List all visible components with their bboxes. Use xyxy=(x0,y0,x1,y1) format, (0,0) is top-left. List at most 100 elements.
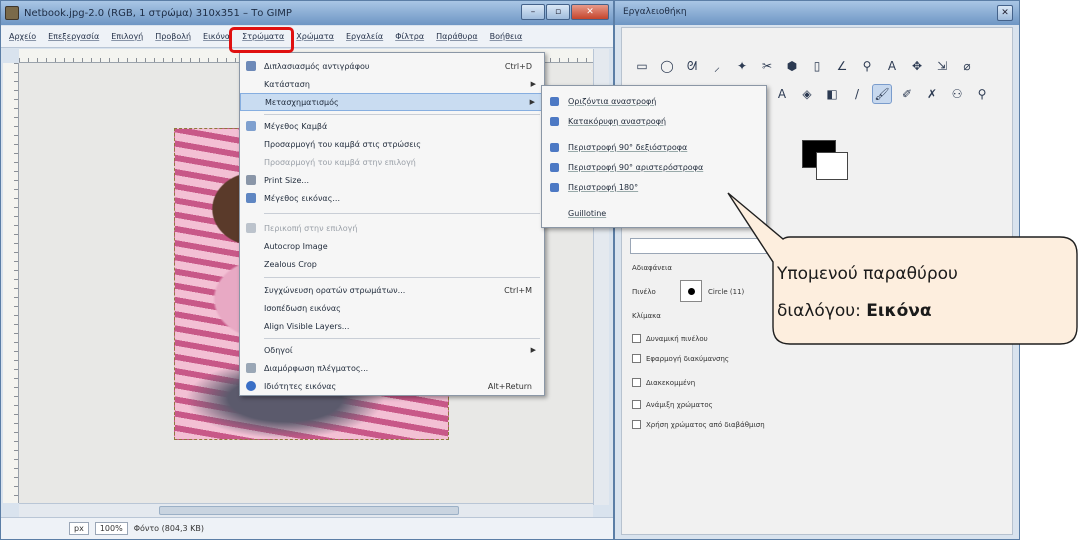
window-titlebar[interactable]: Netbook.jpg-2.0 (RGB, 1 στρώμα) 310x351 … xyxy=(1,1,613,25)
scale-image-icon xyxy=(246,193,256,203)
paths-tool-icon[interactable]: ▯ xyxy=(807,56,827,76)
submenu-item-guillotine[interactable]: Guillotine xyxy=(542,204,766,222)
unit-selector[interactable]: px xyxy=(69,522,89,535)
rotate-ccw-icon xyxy=(550,162,559,172)
flip-horizontal-icon xyxy=(550,96,559,106)
checkbox[interactable] xyxy=(632,400,641,409)
free-select-tool-icon[interactable]: ᘛ xyxy=(682,56,702,76)
menu-item-image-properties[interactable]: Ιδιότητες εικόνας Alt+Return xyxy=(240,377,544,395)
menu-item-transform[interactable]: Μετασχηματισμός ▶ xyxy=(240,93,544,111)
color-select-tool-icon[interactable]: ✦ xyxy=(732,56,752,76)
foreground-select-tool-icon[interactable]: ⬢ xyxy=(782,56,802,76)
submenu-item-rotate-180[interactable]: Περιστροφή 180° xyxy=(542,178,766,196)
scissors-tool-icon[interactable]: ✂ xyxy=(757,56,777,76)
move-tool-icon[interactable]: ✥ xyxy=(907,56,927,76)
callout-line-2-prefix: διαλόγου: xyxy=(777,301,867,321)
menu-separator xyxy=(264,338,540,339)
scrollbar-thumb[interactable] xyxy=(159,506,459,515)
check-label: Διακεκομμένη xyxy=(646,379,696,387)
submenu-item-flip-vertical[interactable]: Κατακόρυφη αναστροφή xyxy=(542,112,766,130)
opacity-label: Αδιαφάνεια xyxy=(632,264,672,272)
toolbox-title: Εργαλειοθήκη xyxy=(623,7,687,17)
menu-colors[interactable]: Χρώματα xyxy=(296,32,334,41)
menu-item-canvas-size[interactable]: Μέγεθος Καμβά xyxy=(240,117,544,135)
airbrush-tool-icon[interactable]: ✗ xyxy=(922,84,942,104)
toolbox-close-button[interactable]: ✕ xyxy=(997,5,1013,21)
menu-item-fit-canvas-layers[interactable]: Προσαρμογή του καμβά στις στρώσεις xyxy=(240,135,544,153)
text-tool-icon[interactable]: A xyxy=(772,84,792,104)
menu-item-print-size[interactable]: Print Size... xyxy=(240,171,544,189)
screenshot-stage: Netbook.jpg-2.0 (RGB, 1 στρώμα) 310x351 … xyxy=(0,0,1087,540)
crop-icon xyxy=(246,223,256,233)
callout-line-1: Υπομενού παραθύρου xyxy=(777,264,958,284)
flip-vertical-icon xyxy=(550,116,559,126)
paintbrush-tool-icon[interactable]: 🖌 xyxy=(872,84,892,104)
submenu-item-rotate-90-cw[interactable]: Περιστροφή 90° δεξιόστροφα xyxy=(542,138,766,156)
zoom-tool-icon[interactable]: ⚲ xyxy=(857,56,877,76)
blend-tool-icon[interactable]: ◧ xyxy=(822,84,842,104)
zoom-selector[interactable]: 100% xyxy=(94,522,128,535)
menu-item-crop-to-selection[interactable]: Περικοπή στην επιλογή xyxy=(240,219,544,237)
bucket-fill-tool-icon[interactable]: ◈ xyxy=(797,84,817,104)
eraser-tool-icon[interactable]: ✐ xyxy=(897,84,917,104)
checkbox[interactable] xyxy=(632,420,641,429)
brush-preview[interactable] xyxy=(680,280,702,302)
menu-file[interactable]: Αρχείο xyxy=(9,32,36,41)
callout-line-2-bold: Εικόνα xyxy=(866,301,932,321)
tool-options-mode-combo[interactable] xyxy=(630,238,1010,254)
fuzzy-select-tool-icon[interactable]: ⸝ xyxy=(707,56,727,76)
transform-submenu: Οριζόντια αναστροφή Κατακόρυφη αναστροφή… xyxy=(541,85,767,228)
rect-select-tool-icon[interactable]: ▭ xyxy=(632,56,652,76)
checkbox[interactable] xyxy=(632,354,641,363)
background-color-swatch[interactable] xyxy=(816,152,848,180)
toolbox-titlebar[interactable]: Εργαλειοθήκη ✕ xyxy=(615,1,1019,25)
menu-item-autocrop[interactable]: Autocrop Image xyxy=(240,237,544,255)
checkbox[interactable] xyxy=(632,334,641,343)
submenu-arrow-icon: ▶ xyxy=(530,80,536,88)
pencil-tool-icon[interactable]: / xyxy=(847,84,867,104)
clone-tool-icon[interactable]: ⚇ xyxy=(947,84,967,104)
menubar: Αρχείο Επεξεργασία Επιλογή Προβολή Εικόν… xyxy=(1,26,613,48)
menu-separator xyxy=(264,114,540,115)
menu-item-zealous-crop[interactable]: Zealous Crop xyxy=(240,255,544,273)
menu-select[interactable]: Επιλογή xyxy=(111,32,143,41)
close-button[interactable]: ✕ xyxy=(571,4,609,20)
menu-item-configure-grid[interactable]: Διαμόρφωση πλέγματος... xyxy=(240,359,544,377)
menu-tools[interactable]: Εργαλεία xyxy=(346,32,383,41)
menu-image[interactable]: Εικόνα xyxy=(203,32,230,41)
measure-tool-icon[interactable]: A xyxy=(882,56,902,76)
window-buttons: – ▫ ✕ xyxy=(521,4,609,20)
menu-item-fit-canvas-selection[interactable]: Προσαρμογή του καμβά στην επιλογή xyxy=(240,153,544,171)
vertical-ruler[interactable] xyxy=(3,63,19,503)
crop-tool-icon[interactable]: ⌀ xyxy=(957,56,977,76)
menu-edit[interactable]: Επεξεργασία xyxy=(48,32,99,41)
checkbox[interactable] xyxy=(632,378,641,387)
tool-row: ▭ ◯ ᘛ ⸝ ✦ ✂ ⬢ ▯ ∠ ⚲ A ✥ ⇲ ⌀ xyxy=(632,56,1012,76)
ellipse-select-tool-icon[interactable]: ◯ xyxy=(657,56,677,76)
menu-item-scale-image[interactable]: Μέγεθος εικόνας... xyxy=(240,189,544,207)
minimize-button[interactable]: – xyxy=(521,4,545,20)
heal-tool-icon[interactable]: ⚲ xyxy=(972,84,992,104)
color-picker-tool-icon[interactable]: ∠ xyxy=(832,56,852,76)
menu-item-align-layers[interactable]: Align Visible Layers... xyxy=(240,317,544,335)
align-tool-icon[interactable]: ⇲ xyxy=(932,56,952,76)
tool-options-panel: Αδιαφάνεια 100,0 Πινέλο Circle (11) Κλίμ… xyxy=(622,196,1014,536)
menu-view[interactable]: Προβολή xyxy=(155,32,191,41)
check-label: Δυναμική πινέλου xyxy=(646,335,708,343)
menu-separator xyxy=(264,277,540,278)
menu-item-merge-visible[interactable]: Συγχώνευση ορατών στρωμάτων... Ctrl+M xyxy=(240,281,544,299)
menu-item-flatten[interactable]: Ισοπέδωση εικόνας xyxy=(240,299,544,317)
menu-windows[interactable]: Παράθυρα xyxy=(436,32,478,41)
submenu-item-flip-horizontal[interactable]: Οριζόντια αναστροφή xyxy=(542,92,766,110)
menu-item-duplicate[interactable]: Διπλασιασμός αντιγράφου Ctrl+D xyxy=(240,57,544,75)
menu-help[interactable]: Βοήθεια xyxy=(490,32,523,41)
menu-filters[interactable]: Φίλτρα xyxy=(395,32,424,41)
submenu-item-rotate-90-ccw[interactable]: Περιστροφή 90° αριστερόστροφα xyxy=(542,158,766,176)
brush-name: Circle (11) xyxy=(708,288,745,296)
check-label: Χρήση χρώματος από διαβάθμιση xyxy=(646,421,765,429)
horizontal-scrollbar[interactable] xyxy=(19,503,593,517)
menu-item-mode[interactable]: Κατάσταση ▶ xyxy=(240,75,544,93)
menu-item-guides[interactable]: Οδηγοί ▶ xyxy=(240,341,544,359)
image-dropdown-menu: Διπλασιασμός αντιγράφου Ctrl+D Κατάσταση… xyxy=(239,52,545,396)
maximize-button[interactable]: ▫ xyxy=(546,4,570,20)
